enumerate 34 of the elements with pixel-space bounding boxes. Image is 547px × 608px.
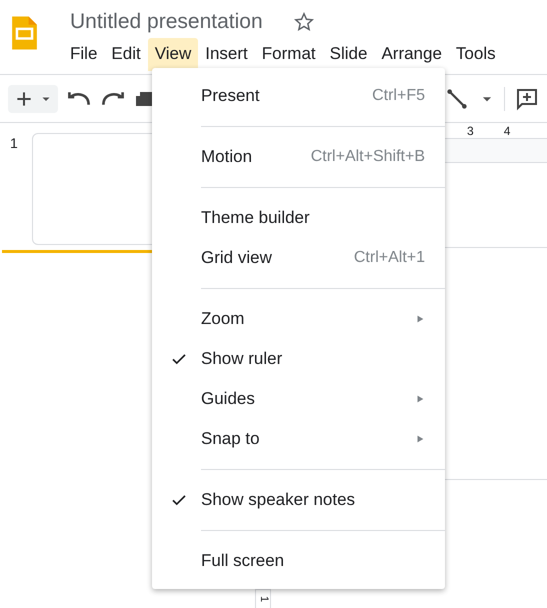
ruler-label: 3 (467, 122, 474, 140)
menu-item[interactable]: Insert (198, 38, 255, 70)
star-icon[interactable] (292, 11, 315, 33)
undo-button[interactable] (66, 89, 92, 108)
redo-button[interactable] (100, 89, 126, 108)
menu-option[interactable]: Snap to (152, 419, 445, 459)
menu-item[interactable]: File (63, 38, 104, 70)
line-icon (446, 88, 468, 110)
menu-option[interactable]: Full screen (152, 541, 445, 581)
menu-option[interactable]: Show ruler (152, 339, 445, 379)
document-title[interactable]: Untitled presentation (70, 10, 263, 34)
shortcut-text: Ctrl+Alt+1 (354, 248, 425, 268)
menu-option[interactable]: Motion Ctrl+Alt+Shift+B (152, 137, 445, 177)
menu-item[interactable]: View (148, 38, 198, 70)
menu-item[interactable]: Tools (448, 38, 503, 70)
shortcut-text: Ctrl+Alt+Shift+B (310, 147, 425, 167)
menu-option[interactable]: Theme builder (152, 198, 445, 238)
menu-option[interactable]: Guides (152, 379, 445, 419)
ruler-label: 4 (504, 122, 510, 140)
menu-item[interactable]: Arrange (374, 38, 449, 70)
menu-item[interactable]: Format (254, 38, 323, 70)
menu-option[interactable]: Grid view Ctrl+Alt+1 (152, 238, 445, 278)
slide-number: 1 (10, 134, 18, 153)
menu-option[interactable]: Present Ctrl+F5 (152, 76, 445, 116)
undo-icon (68, 91, 90, 106)
add-comment-icon (515, 86, 539, 110)
redo-icon (102, 91, 124, 106)
menu-option[interactable]: Show speaker notes (152, 480, 445, 520)
menu-option[interactable]: Zoom (152, 299, 445, 339)
ruler-label: 1 (257, 596, 271, 602)
shortcut-text: Ctrl+F5 (372, 86, 425, 106)
menu-item[interactable]: Slide (322, 38, 374, 70)
new-slide-button[interactable] (8, 84, 58, 112)
menu-item[interactable]: Edit (104, 38, 148, 70)
